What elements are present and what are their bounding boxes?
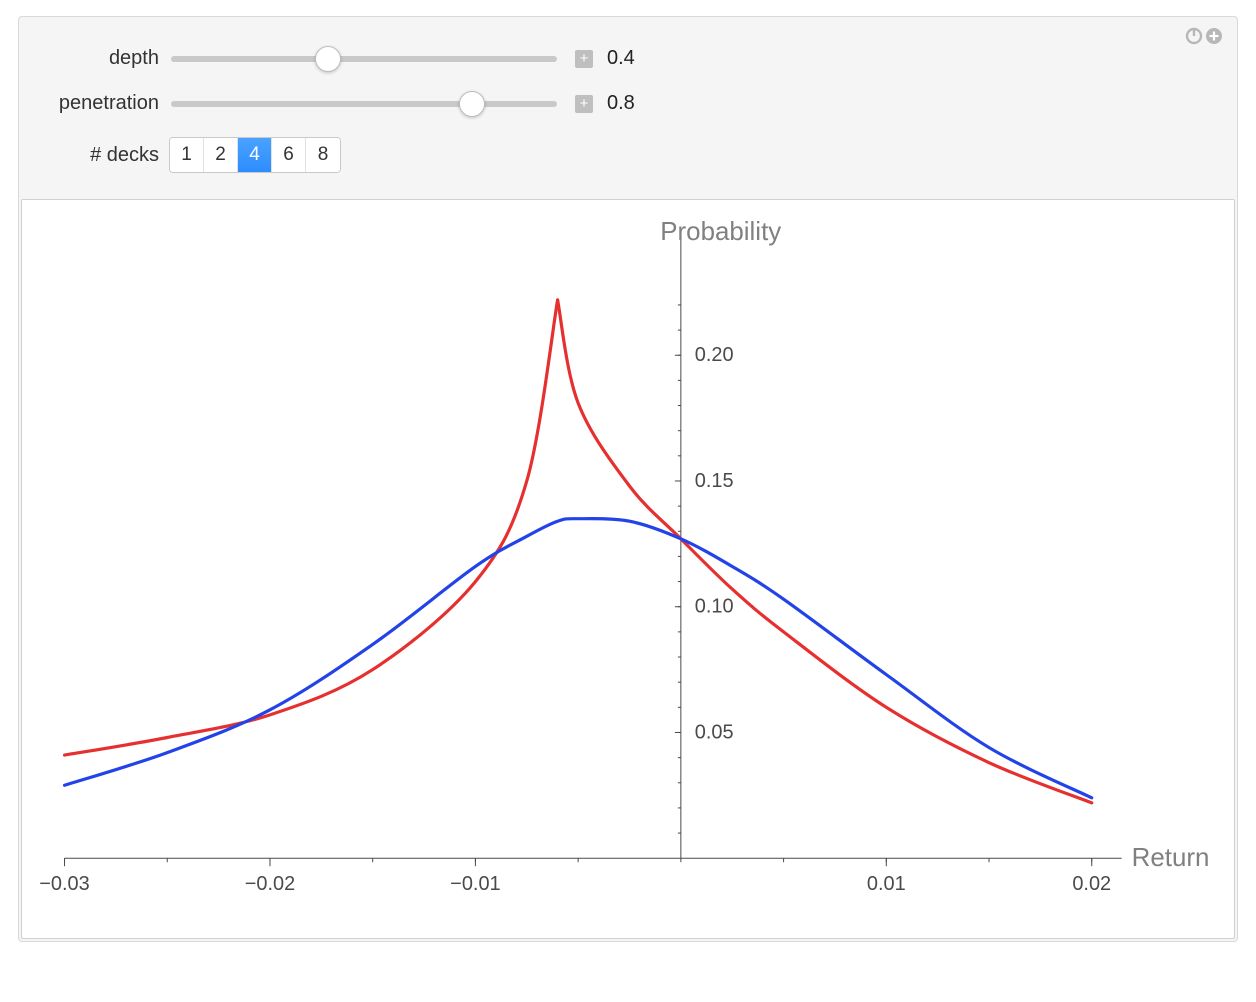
decks-label: # decks xyxy=(49,144,169,167)
depth-label: depth xyxy=(49,47,169,70)
svg-text:0.10: 0.10 xyxy=(695,596,734,618)
decks-option-4[interactable]: 4 xyxy=(238,138,272,172)
expand-icon[interactable]: + xyxy=(575,95,593,113)
expand-icon[interactable]: + xyxy=(575,50,593,68)
svg-text:−0.03: −0.03 xyxy=(39,873,89,895)
decks-option-8[interactable]: 8 xyxy=(306,138,340,172)
svg-text:−0.01: −0.01 xyxy=(450,873,500,895)
svg-text:0.15: 0.15 xyxy=(695,470,734,492)
svg-text:−0.02: −0.02 xyxy=(245,873,295,895)
decks-option-2[interactable]: 2 xyxy=(204,138,238,172)
corner-controls xyxy=(1185,27,1223,45)
power-icon[interactable] xyxy=(1185,27,1203,45)
svg-text:Return: Return xyxy=(1132,844,1210,872)
svg-text:Probability: Probability xyxy=(660,218,781,246)
svg-text:0.05: 0.05 xyxy=(695,721,734,743)
decks-setter: 12468 xyxy=(169,137,341,173)
depth-row: depth + 0.4 xyxy=(49,47,1207,70)
decks-row: # decks 12468 xyxy=(49,137,1207,173)
penetration-label: penetration xyxy=(49,92,169,115)
manipulate-panel: depth + 0.4 penetration + 0.8 # decks 12… xyxy=(18,16,1238,942)
probability-chart: −0.03−0.02−0.010.010.020.050.100.150.20 … xyxy=(22,200,1234,938)
svg-text:0.20: 0.20 xyxy=(695,344,734,366)
penetration-value: 0.8 xyxy=(607,92,635,115)
decks-option-1[interactable]: 1 xyxy=(170,138,204,172)
decks-option-6[interactable]: 6 xyxy=(272,138,306,172)
penetration-row: penetration + 0.8 xyxy=(49,92,1207,115)
add-icon[interactable] xyxy=(1205,27,1223,45)
controls-area: depth + 0.4 penetration + 0.8 # decks 12… xyxy=(19,17,1237,199)
svg-text:0.01: 0.01 xyxy=(867,873,906,895)
svg-text:0.02: 0.02 xyxy=(1072,873,1111,895)
penetration-slider[interactable] xyxy=(171,101,557,107)
depth-value: 0.4 xyxy=(607,47,635,70)
plot-area: −0.03−0.02−0.010.010.020.050.100.150.20 … xyxy=(21,199,1235,939)
depth-slider[interactable] xyxy=(171,56,557,62)
